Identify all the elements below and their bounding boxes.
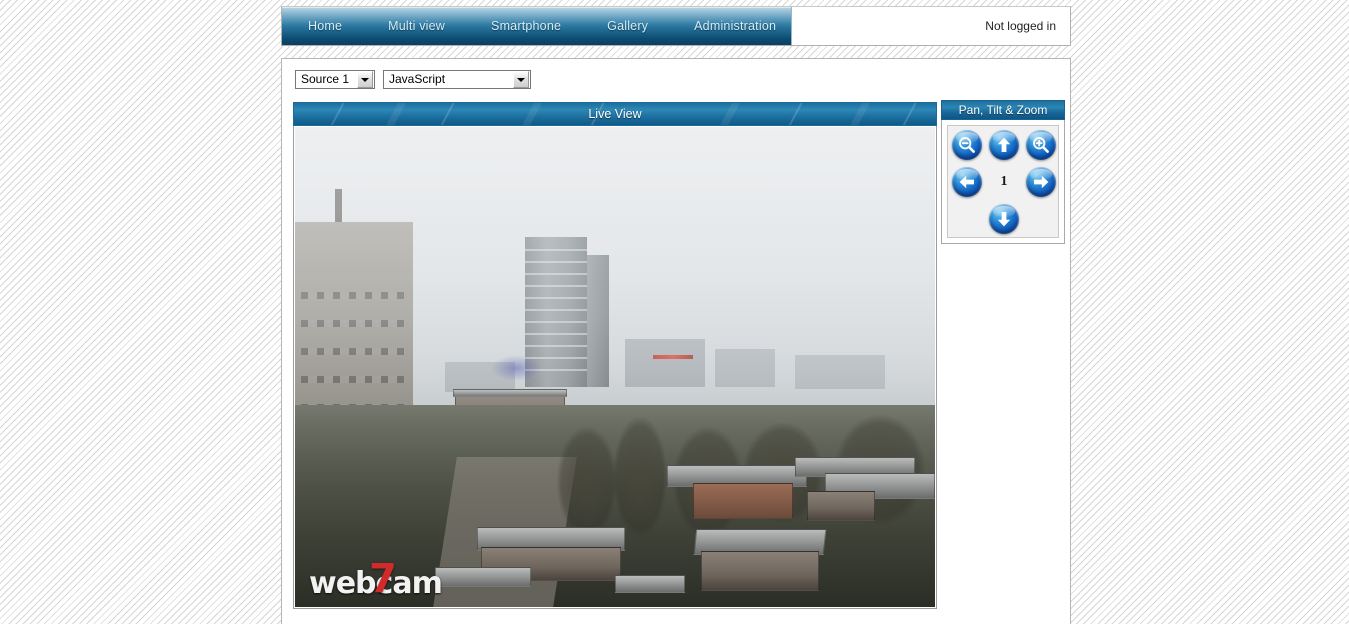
decor-swoosh (376, 102, 410, 126)
login-status-text: Not logged in (985, 19, 1056, 33)
source-select[interactable]: Source 1 (295, 70, 375, 89)
scene-house (693, 483, 793, 519)
pan-down-button[interactable] (989, 204, 1019, 234)
scene-tree (557, 427, 617, 537)
scene-roof (453, 389, 567, 397)
scene-midblock (625, 339, 705, 387)
top-bar: Home Multi view Smartphone Gallery Admin… (281, 6, 1071, 46)
content-panel: Source 1 JavaScript Live View (281, 58, 1071, 624)
live-view-header: Live View (293, 102, 937, 126)
scene-blue-haze (491, 355, 541, 381)
scene-midblock (795, 355, 885, 389)
live-view-title: Live View (588, 107, 641, 121)
scene-red-sign (653, 355, 693, 359)
mode-select[interactable]: JavaScript (383, 70, 531, 89)
zoom-out-icon (957, 135, 977, 155)
zoom-in-icon (1031, 135, 1051, 155)
webcam-watermark-accent: 7 (369, 556, 396, 602)
main-navigation: Home Multi view Smartphone Gallery Admin… (282, 7, 792, 45)
decor-swoosh (430, 102, 460, 126)
arrow-right-icon (1031, 172, 1051, 192)
ptz-speed-value: 1 (989, 167, 1019, 197)
source-select-value: Source 1 (296, 71, 357, 88)
nav-item-multi-view[interactable]: Multi view (376, 15, 457, 37)
zoom-out-button[interactable] (952, 130, 982, 160)
ptz-control-pad: 1 (947, 125, 1059, 238)
chevron-down-icon[interactable] (513, 71, 529, 88)
arrow-up-icon (994, 135, 1014, 155)
pan-left-button[interactable] (952, 167, 982, 197)
scene-garage-roof (435, 567, 531, 587)
scene-midblock (715, 349, 775, 387)
camera-image[interactable]: webcam 7 (295, 127, 935, 607)
decor-swoosh (892, 102, 922, 126)
pan-right-button[interactable] (1026, 167, 1056, 197)
decor-swoosh (778, 102, 808, 126)
decor-swoosh (512, 102, 546, 126)
webcam-watermark: webcam 7 (309, 566, 442, 601)
pan-up-button[interactable] (989, 130, 1019, 160)
arrow-left-icon (957, 172, 977, 192)
live-view-frame: webcam 7 (293, 126, 937, 609)
scene-garage-roof (615, 575, 685, 593)
scene-house (807, 491, 875, 521)
login-area: Not logged in (792, 7, 1070, 45)
nav-item-home[interactable]: Home (296, 15, 354, 37)
scene-tree (613, 417, 667, 537)
nav-item-gallery[interactable]: Gallery (595, 15, 660, 37)
chevron-down-icon[interactable] (357, 71, 373, 88)
scene-house (701, 551, 819, 591)
ptz-panel-title: Pan, Tilt & Zoom (941, 100, 1065, 120)
live-view-block: Live View (293, 102, 937, 609)
decor-swoosh (840, 102, 874, 126)
selector-row: Source 1 JavaScript (295, 70, 531, 89)
scene-tower-annex (587, 255, 609, 387)
arrow-down-icon (994, 209, 1014, 229)
mode-select-value: JavaScript (384, 71, 513, 88)
decor-swoosh (710, 102, 744, 126)
decor-swoosh (320, 102, 350, 126)
ptz-panel: Pan, Tilt & Zoom (941, 100, 1065, 244)
zoom-in-button[interactable] (1026, 130, 1056, 160)
nav-item-smartphone[interactable]: Smartphone (479, 15, 573, 37)
ptz-panel-body: 1 (941, 120, 1065, 244)
nav-item-administration[interactable]: Administration (682, 15, 788, 37)
